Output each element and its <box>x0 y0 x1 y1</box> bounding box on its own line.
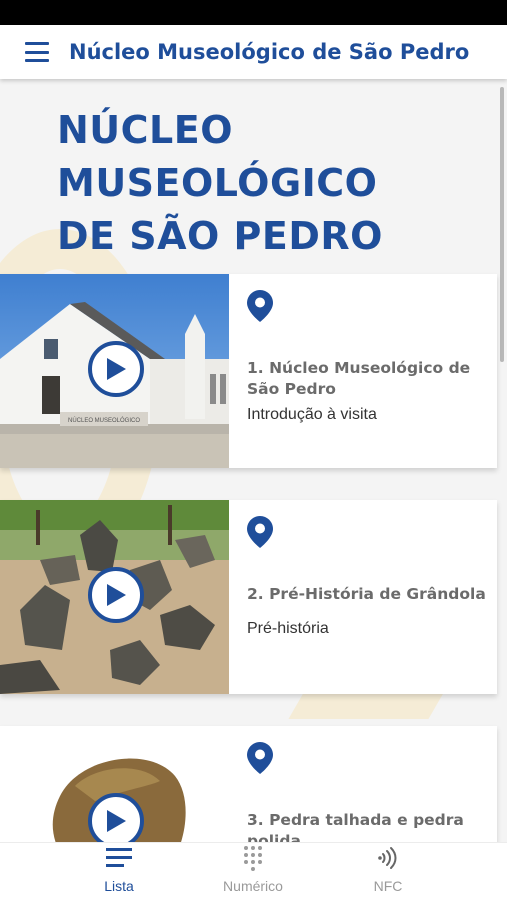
stop-title: 1. Núcleo Museológico de São Pedro <box>247 359 471 398</box>
page-title: NÚCLEO MUSEOLÓGICO DE SÃO PEDRO <box>57 108 383 258</box>
keypad-icon <box>244 846 262 871</box>
play-icon <box>107 358 126 380</box>
bottom-nav: Lista Numérico NFC <box>0 842 507 900</box>
nav-label: Lista <box>104 878 134 894</box>
list-icon <box>106 848 132 867</box>
stop-image-1: NÚCLEO MUSEOLÓGICO <box>0 274 229 468</box>
stop-subtitle: Pré-história <box>247 620 329 637</box>
status-bar <box>0 0 507 25</box>
stop-title: 2. Pré-História de Grândola <box>247 585 486 603</box>
stop-image-2 <box>0 500 229 694</box>
header-title: Núcleo Museológico de São Pedro <box>69 40 470 64</box>
location-pin-icon <box>247 742 273 774</box>
nav-tab-lista[interactable]: Lista <box>54 843 184 901</box>
scrollbar[interactable] <box>500 87 504 362</box>
stop-info-3: 3. Pedra talhada e pedra polida <box>247 726 492 842</box>
stop-image-3 <box>0 726 229 842</box>
play-button-1[interactable] <box>88 341 144 397</box>
stop-info-1: 1. Núcleo Museológico de São Pedro Intro… <box>247 274 492 468</box>
location-pin-icon <box>247 290 273 322</box>
play-button-2[interactable] <box>88 567 144 623</box>
stops-list[interactable]: NÚCLEO MUSEOLÓGICO DE SÃO PEDRO NÚCLEO M… <box>0 79 507 842</box>
stop-title: 3. Pedra talhada e pedra polida <box>247 811 464 842</box>
app-header: Núcleo Museológico de São Pedro <box>0 25 507 79</box>
play-icon <box>107 810 126 832</box>
location-pin-icon <box>247 516 273 548</box>
stop-info-2: 2. Pré-História de Grândola Pré-história <box>247 500 492 694</box>
nav-label: NFC <box>373 878 403 894</box>
menu-icon[interactable] <box>25 42 49 62</box>
nfc-icon <box>378 847 397 869</box>
stop-card-2[interactable]: 2. Pré-História de Grândola Pré-história <box>0 500 497 694</box>
stop-card-3[interactable]: 3. Pedra talhada e pedra polida <box>0 726 497 842</box>
play-button-3[interactable] <box>88 793 144 842</box>
stop-card-1[interactable]: NÚCLEO MUSEOLÓGICO 1. Núcleo Museológico… <box>0 274 497 468</box>
nav-tab-nfc[interactable]: NFC <box>323 843 453 901</box>
building-sign: NÚCLEO MUSEOLÓGICO <box>68 417 140 424</box>
nav-tab-numerico[interactable]: Numérico <box>188 843 318 901</box>
nav-label: Numérico <box>223 878 283 894</box>
play-icon <box>107 584 126 606</box>
stop-subtitle: Introdução à visita <box>247 406 377 423</box>
